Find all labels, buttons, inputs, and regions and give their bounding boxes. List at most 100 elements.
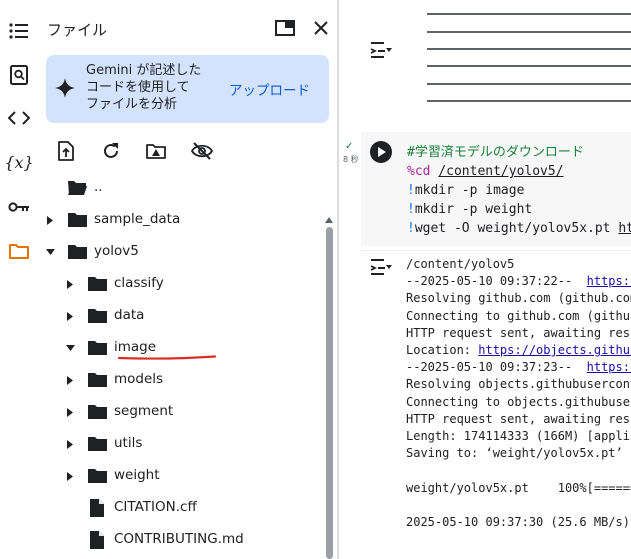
tree-item-citation-cff[interactable]: CITATION.cff [38, 492, 328, 524]
output-line: Connecting to github.com (github [406, 308, 631, 323]
output-line: weight/yolov5x.pt 100%[========= [406, 480, 631, 495]
file-icon [89, 499, 105, 522]
tree-item-segment[interactable]: segment [38, 396, 328, 428]
code-bang: ! [407, 221, 415, 236]
tree-item-label: sample_data [94, 211, 181, 227]
previous-cell-output [339, 0, 631, 104]
tree-item-label: CITATION.cff [114, 499, 197, 515]
gemini-sparkle-icon [55, 78, 75, 102]
output-line: /content/yolov5 [406, 257, 515, 271]
caret-right-icon[interactable] [65, 439, 75, 449]
caret-right-icon[interactable] [45, 215, 55, 225]
folder-icon [87, 436, 108, 456]
tree-item-label: utils [114, 435, 143, 451]
open-in-tab-icon[interactable] [273, 16, 297, 40]
execution-time: 8 秒 [343, 155, 359, 164]
output-line [427, 100, 631, 102]
run-cell-button[interactable] [370, 141, 392, 163]
tree-item-data[interactable]: data [38, 300, 328, 332]
caret-right-icon[interactable] [65, 279, 75, 289]
folder-icon [87, 308, 108, 328]
tree-item-contributing-md[interactable]: CONTRIBUTING.md [38, 524, 328, 556]
output-line: Saving to: ‘weight/yolov5x.pt’ [406, 446, 623, 461]
code-url: https [618, 221, 631, 236]
refresh-icon[interactable] [99, 139, 123, 163]
tree-item-label: segment [114, 403, 174, 419]
output-line: 2025-05-10 09:37:30 (25.6 MB/s) - [406, 515, 631, 530]
tree-item-label: yolov5 [94, 243, 139, 259]
panel-scrollbar-thumb[interactable] [326, 227, 333, 559]
output-line: Location: [406, 343, 479, 358]
output-line: HTTP request sent, awaiting resp [406, 411, 631, 426]
code-snippets-icon[interactable] [6, 105, 32, 131]
gemini-suggestion-card[interactable]: Gemini が記述した コードを使用して ファイルを分析 アップロード [46, 55, 329, 123]
close-icon[interactable] [309, 16, 333, 40]
output-line [427, 48, 631, 50]
folder-icon [67, 212, 88, 232]
mount-drive-icon[interactable] [144, 139, 168, 163]
output-link[interactable]: https:/ [587, 360, 631, 374]
output-menu-icon[interactable] [370, 41, 392, 63]
output-link[interactable]: https://objects.github [478, 343, 631, 357]
caret-down-icon[interactable] [65, 343, 75, 353]
code-command: mkdir -p weight [414, 202, 533, 217]
output-line [427, 65, 631, 67]
file-browser-panel: ファイル Gemini が記述した コードを使用して ファイルを分析 アップロー… [38, 0, 337, 559]
hide-files-icon[interactable] [190, 139, 214, 163]
files-folder-icon[interactable] [6, 238, 32, 264]
scroll-up-arrow-icon[interactable] [325, 208, 333, 227]
output-line: Connecting to objects.githubuser [406, 394, 631, 409]
caret-down-icon[interactable] [45, 247, 55, 257]
tree-item-models[interactable]: models [38, 364, 328, 396]
tree-item-sample-data[interactable]: sample_data [38, 204, 328, 236]
tree-item-label: image [114, 339, 157, 355]
code-command: mkdir -p image [414, 183, 525, 198]
variables-icon[interactable]: {x} [4, 149, 33, 175]
tree-item-classify[interactable]: classify [38, 268, 328, 300]
tree-item-label: data [114, 307, 145, 323]
tree-item-label: weight [114, 467, 160, 483]
code-bang: ! [407, 202, 415, 217]
caret-right-icon[interactable] [65, 407, 75, 417]
output-link[interactable]: https:/ [587, 274, 631, 288]
secrets-key-icon[interactable] [6, 194, 32, 220]
notebook-area: ✓ 8 秒 #学習済モデルのダウンロード %cd /content/yolov5… [339, 0, 631, 559]
upload-file-icon[interactable] [54, 139, 78, 163]
output-line: Resolving github.com (github.com [406, 291, 631, 306]
folder-icon [87, 340, 108, 360]
folder-icon [87, 404, 108, 424]
output-line: HTTP request sent, awaiting resp [406, 325, 631, 340]
folder-icon [87, 372, 108, 392]
tree-item-label: classify [114, 275, 164, 291]
output-line: --2025-05-10 09:37:22-- [406, 274, 587, 289]
output-line: Resolving objects.githubusercont [406, 377, 631, 392]
code-path: /content/yolov5/ [438, 164, 564, 179]
folder-open-icon [67, 180, 88, 200]
caret-right-icon[interactable] [65, 311, 75, 321]
execution-success-check: ✓ [345, 141, 354, 152]
cell-output-text: /content/yolov5 --2025-05-10 09:37:22-- … [406, 256, 631, 531]
code-comment: #学習済モデルのダウンロード [407, 145, 584, 160]
code-editor[interactable]: #学習済モデルのダウンロード %cd /content/yolov5/ !mkd… [407, 143, 631, 238]
code-magic: %cd [407, 164, 431, 179]
left-icon-rail: {x} [0, 0, 38, 559]
red-underline-annotation [117, 355, 217, 360]
caret-right-icon[interactable] [65, 375, 75, 385]
tree-parent-dir[interactable]: .. [38, 172, 328, 204]
search-doc-icon[interactable] [6, 62, 32, 88]
code-command: wget -O weight/yolov5x.pt [414, 221, 619, 236]
tree-item-yolov5[interactable]: yolov5 [38, 236, 328, 268]
output-line [427, 13, 631, 15]
table-of-contents-icon[interactable] [6, 18, 32, 44]
code-bang: ! [407, 183, 415, 198]
tree-item-weight[interactable]: weight [38, 460, 328, 492]
file-icon [89, 531, 105, 554]
upload-link[interactable]: アップロード [229, 79, 310, 99]
gemini-suggestion-text: Gemini が記述した コードを使用して ファイルを分析 [86, 63, 202, 112]
caret-right-icon[interactable] [65, 471, 75, 481]
play-icon [378, 147, 386, 157]
output-menu-icon[interactable] [370, 258, 392, 280]
folder-icon [87, 468, 108, 488]
tree-item-utils[interactable]: utils [38, 428, 328, 460]
output-line [427, 31, 631, 33]
